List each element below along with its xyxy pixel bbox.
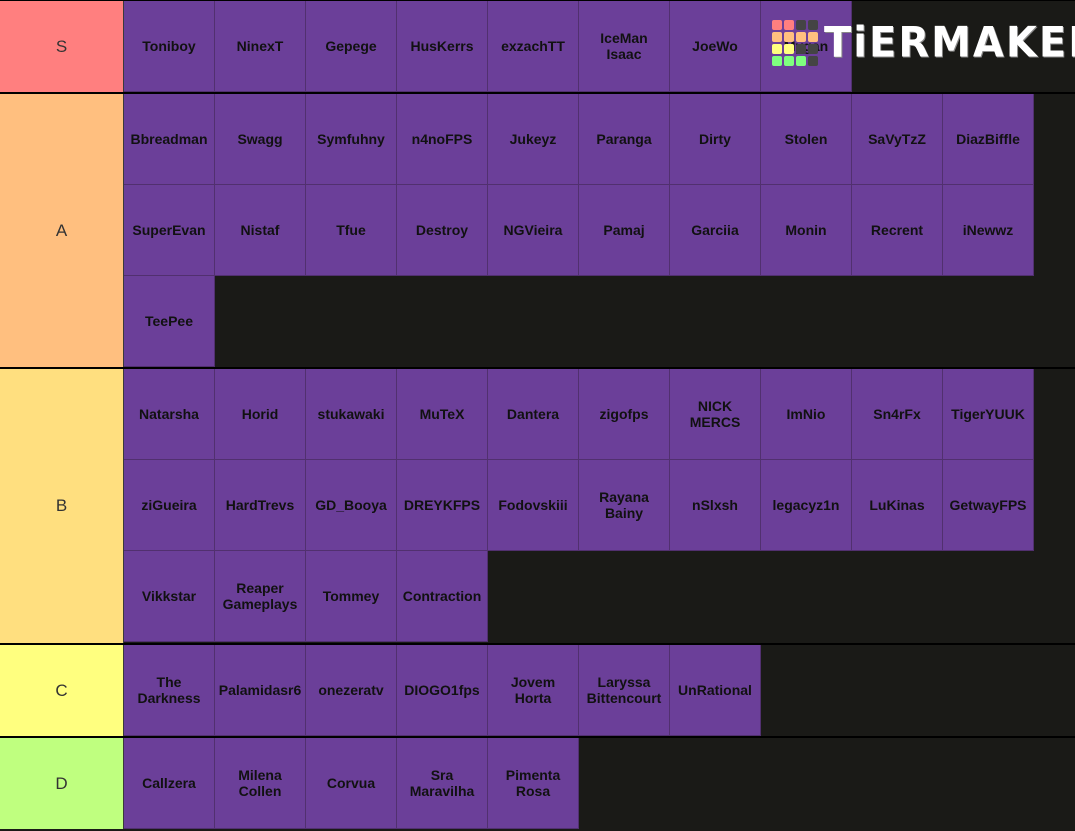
tier-item[interactable]: Sra Maravilha [397, 738, 488, 829]
tier-item[interactable]: exzachTT [488, 1, 579, 92]
tier-item[interactable]: n4noFPS [397, 94, 488, 185]
tier-item[interactable]: Horid [215, 369, 306, 460]
tiermaker-wordmark: TiERMAKER [824, 18, 1075, 68]
tier-item[interactable]: Callzera [124, 738, 215, 829]
tier-item[interactable]: NGVieira [488, 185, 579, 276]
tier-item[interactable]: zigofps [579, 369, 670, 460]
tier-item[interactable]: Gepege [306, 1, 397, 92]
tier-item[interactable]: NICK MERCS [670, 369, 761, 460]
tier-item[interactable]: Corvua [306, 738, 397, 829]
tier-item[interactable]: HardTrevs [215, 460, 306, 551]
tier-items-container[interactable]: The Darkness Palamidasr6 onezeratv DIOGO1fp… [124, 645, 1075, 736]
tier-item[interactable]: Toniboy [124, 1, 215, 92]
tier-item[interactable]: DiazBiffle [943, 94, 1034, 185]
logo-grid-square [808, 56, 818, 66]
tier-item[interactable]: iNewwz [943, 185, 1034, 276]
tier-item[interactable]: HusKerrs [397, 1, 488, 92]
tier-items-container[interactable]: Natarsha Horid stukawaki MuTeX Dantera zigofp… [124, 369, 1075, 643]
tier-item[interactable]: Dantera [488, 369, 579, 460]
tier-item[interactable]: Jovem Horta [488, 645, 579, 736]
tier-item[interactable]: Swagg [215, 94, 306, 185]
tier-item[interactable]: onezeratv [306, 645, 397, 736]
tier-item[interactable]: Tommey [306, 551, 397, 642]
tier-item[interactable]: Pimenta Rosa [488, 738, 579, 829]
tiermaker-logo: TiERMAKER [772, 20, 1075, 66]
tier-item[interactable]: Natarsha [124, 369, 215, 460]
tier-item[interactable]: Reaper Gameplays [215, 551, 306, 642]
tier-item[interactable]: Contraction [397, 551, 488, 642]
logo-grid-square [772, 20, 782, 30]
tier-item[interactable]: SuperEvan [124, 185, 215, 276]
tier-item[interactable]: Garciia [670, 185, 761, 276]
tier-item[interactable]: Fodovskiii [488, 460, 579, 551]
tier-item[interactable]: TeePee [124, 276, 215, 367]
tier-item[interactable]: stukawaki [306, 369, 397, 460]
tier-label[interactable]: C [0, 645, 124, 736]
tier-items-container[interactable]: Callzera Milena Collen Corvua Sra Maravilha… [124, 738, 1075, 829]
tier-item[interactable]: The Darkness [124, 645, 215, 736]
tiermaker-grid-icon [772, 20, 818, 66]
tier-item[interactable]: Laryssa Bittencourt [579, 645, 670, 736]
tier-item[interactable]: IceMan Isaac [579, 1, 670, 92]
tier-item[interactable]: UnRational [670, 645, 761, 736]
tier-item[interactable]: GD_Booya [306, 460, 397, 551]
tier-item[interactable]: JoeWo [670, 1, 761, 92]
tier-label[interactable]: D [0, 738, 124, 829]
tier-item[interactable]: Jukeyz [488, 94, 579, 185]
tier-item[interactable]: Destroy [397, 185, 488, 276]
tier-item[interactable]: ziGueira [124, 460, 215, 551]
logo-grid-square [796, 20, 806, 30]
logo-grid-square [808, 20, 818, 30]
tier-item[interactable]: Palamidasr6 [215, 645, 306, 736]
tier-item[interactable]: SaVyTzZ [852, 94, 943, 185]
tier-item[interactable]: DREYKFPS [397, 460, 488, 551]
tier-item[interactable]: GetwayFPS [943, 460, 1034, 551]
tier-item[interactable]: nSlxsh [670, 460, 761, 551]
tier-item[interactable]: DIOGO1fps [397, 645, 488, 736]
tier-item[interactable]: Nistaf [215, 185, 306, 276]
tier-item[interactable]: Dirty [670, 94, 761, 185]
tier-items-container[interactable]: Bbreadman Swagg Symfuhny n4noFPS Jukeyz Paran… [124, 94, 1075, 367]
logo-grid-square [772, 44, 782, 54]
tier-row-b: B Natarsha Horid stukawaki MuTeX Dantera zigof… [0, 367, 1075, 643]
tier-item[interactable]: Recrent [852, 185, 943, 276]
tier-item[interactable]: Bbreadman [124, 94, 215, 185]
tier-item[interactable]: LuKinas [852, 460, 943, 551]
tier-label[interactable]: A [0, 94, 124, 367]
tier-item[interactable]: Monin [761, 185, 852, 276]
tier-item[interactable]: TigerYUUK [943, 369, 1034, 460]
logo-grid-square [784, 20, 794, 30]
tier-row-d: D Callzera Milena Collen Corvua Sra Maravilh… [0, 736, 1075, 829]
tier-item[interactable]: ImNio [761, 369, 852, 460]
tier-label[interactable]: S [0, 1, 124, 92]
logo-grid-square [772, 56, 782, 66]
tier-item[interactable]: Milena Collen [215, 738, 306, 829]
logo-grid-square [784, 44, 794, 54]
tier-list: S Toniboy NinexT Gepege HusKerrs exzachTT IceM… [0, 0, 1075, 829]
tier-item[interactable]: Tfue [306, 185, 397, 276]
tier-row-a: A Bbreadman Swagg Symfuhny n4noFPS Jukeyz Para… [0, 92, 1075, 367]
logo-grid-square [796, 32, 806, 42]
tier-item[interactable]: legacyz1n [761, 460, 852, 551]
logo-grid-square [808, 32, 818, 42]
tier-item[interactable]: MuTeX [397, 369, 488, 460]
tier-item[interactable]: Pamaj [579, 185, 670, 276]
tier-item[interactable]: Symfuhny [306, 94, 397, 185]
tier-item[interactable]: NinexT [215, 1, 306, 92]
tier-item[interactable]: Paranga [579, 94, 670, 185]
logo-grid-square [808, 44, 818, 54]
tier-row-c: C The Darkness Palamidasr6 onezeratv DIOGO1f… [0, 643, 1075, 736]
tier-label[interactable]: B [0, 369, 124, 643]
tier-item[interactable]: Stolen [761, 94, 852, 185]
logo-grid-square [784, 32, 794, 42]
logo-grid-square [796, 56, 806, 66]
logo-grid-square [796, 44, 806, 54]
tier-item[interactable]: Rayana Bainy [579, 460, 670, 551]
tier-item[interactable]: Sn4rFx [852, 369, 943, 460]
tier-item[interactable]: Vikkstar [124, 551, 215, 642]
logo-grid-square [772, 32, 782, 42]
logo-grid-square [784, 56, 794, 66]
